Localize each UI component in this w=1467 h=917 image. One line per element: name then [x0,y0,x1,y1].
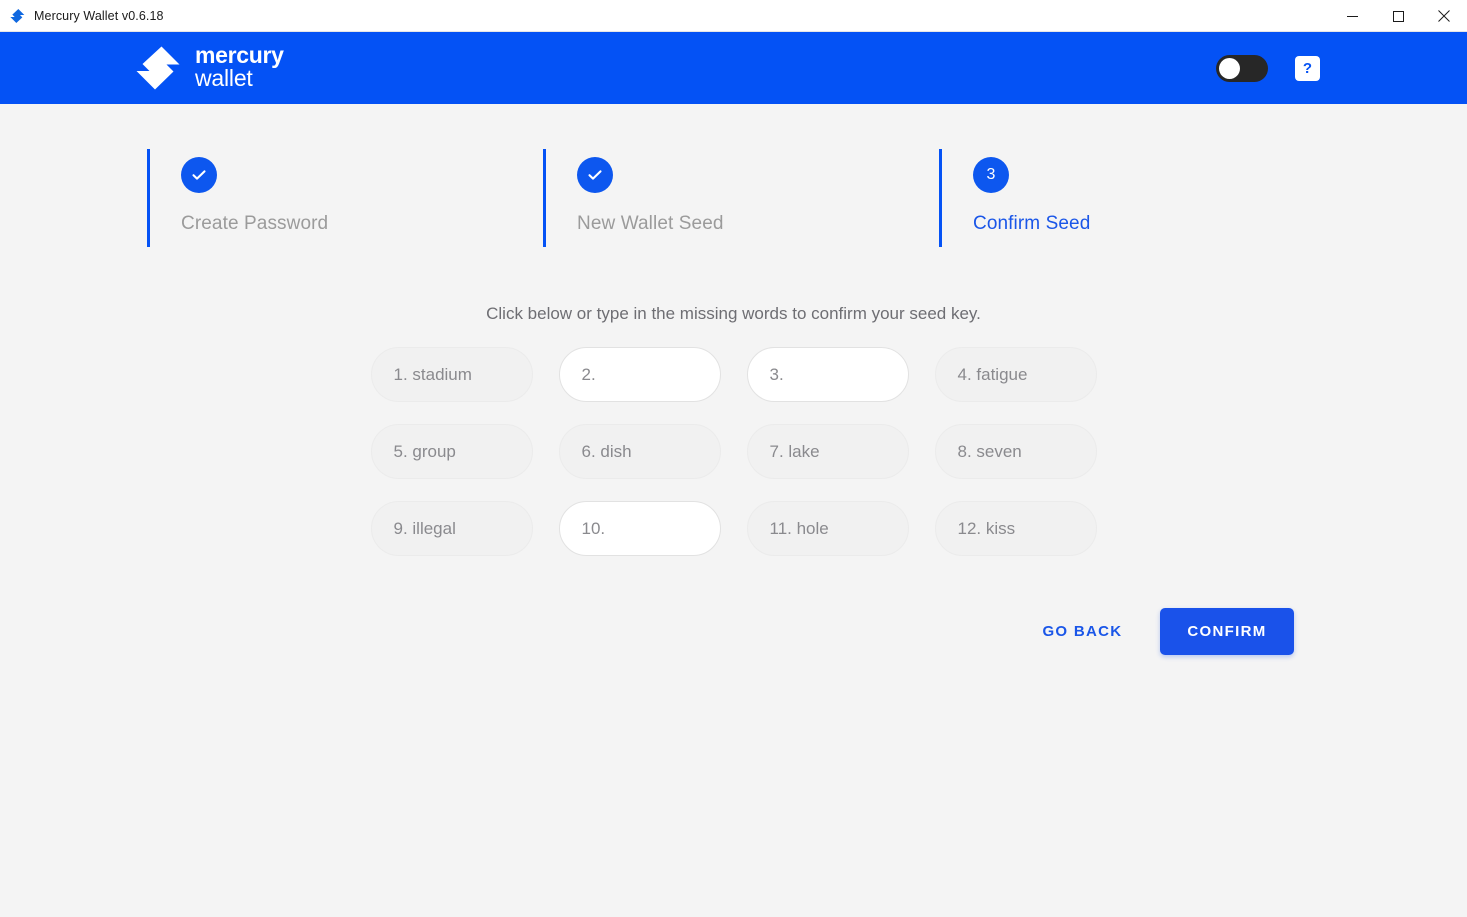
step-new-wallet-seed[interactable]: New Wallet Seed [543,149,939,247]
maximize-button[interactable] [1375,0,1421,32]
step-confirm-seed[interactable]: 3 Confirm Seed [939,149,1335,247]
seed-chip-9[interactable]: 9. illegal [370,501,533,556]
titlebar-left-group: Mercury Wallet v0.6.18 [0,8,164,24]
seed-chip-10[interactable]: 10. [558,501,721,556]
window-titlebar: Mercury Wallet v0.6.18 [0,0,1467,32]
mercury-logo-icon [9,8,25,24]
seed-chip-text: 2. [581,364,596,384]
step-label-create-password: Create Password [181,213,329,234]
window-title: Mercury Wallet v0.6.18 [34,8,164,23]
app-header: mercury wallet ? [0,32,1467,104]
theme-toggle[interactable] [1216,54,1268,82]
help-button[interactable]: ? [1295,55,1320,81]
seed-chip-6[interactable]: 6. dish [558,424,721,479]
seed-chip-text: 8. seven [957,441,1022,461]
seed-chip-7[interactable]: 7. lake [746,424,909,479]
step-create-password[interactable]: Create Password [147,149,543,247]
seed-chip-5[interactable]: 5. group [370,424,533,479]
seed-chip-text: 5. group [393,441,456,461]
seed-chip-text: 1. stadium [393,364,472,384]
seed-chip-text: 11. hole [769,518,829,538]
minimize-button[interactable] [1329,0,1375,32]
seed-chip-text: 3. [769,364,784,384]
seed-chip-2[interactable]: 2. [558,347,721,402]
seed-chip-12[interactable]: 12. kiss [934,501,1097,556]
window-controls [1329,0,1467,32]
seed-chip-text: 6. dish [581,441,632,461]
instructions-text: Click below or type in the missing words… [486,304,981,323]
seed-word-grid: 1. stadium 2. 3. 4. fatigue 5. group 6. … [369,347,1099,556]
toggle-knob-icon [1219,57,1240,79]
seed-chip-3[interactable]: 3. [746,347,909,402]
action-buttons: GO BACK CONFIRM [174,608,1294,655]
brand-logo: mercury wallet [133,41,284,93]
seed-chip-text: 4. fatigue [957,364,1028,384]
onboarding-stepper: Create Password New Wallet Seed 3 Confir… [147,149,1467,247]
step-label-confirm-seed: Confirm Seed [973,213,1091,234]
header-right-group: ? [1216,54,1320,82]
seed-chip-text: 10. [581,518,606,538]
go-back-button[interactable]: GO BACK [1024,611,1140,652]
brand-line-mercury: mercury [195,41,284,68]
seed-chip-1[interactable]: 1. stadium [370,347,533,402]
seed-chip-4[interactable]: 4. fatigue [934,347,1097,402]
seed-chip-text: 9. illegal [393,518,456,538]
seed-chip-8[interactable]: 8. seven [934,424,1097,479]
seed-chip-text: 12. kiss [957,518,1016,538]
step-label-new-wallet-seed: New Wallet Seed [577,213,724,234]
brand-line-wallet: wallet [195,65,253,91]
step-badge-check-icon [577,157,613,193]
step-badge-number: 3 [973,157,1009,193]
confirm-button[interactable]: CONFIRM [1160,608,1294,655]
brand-wordmark: mercury wallet [195,41,284,93]
step-badge-check-icon [181,157,217,193]
seed-chip-text: 7. lake [769,441,820,461]
seed-chip-11[interactable]: 11. hole [746,501,909,556]
mercury-logo-icon [133,45,181,91]
close-button[interactable] [1421,0,1467,32]
